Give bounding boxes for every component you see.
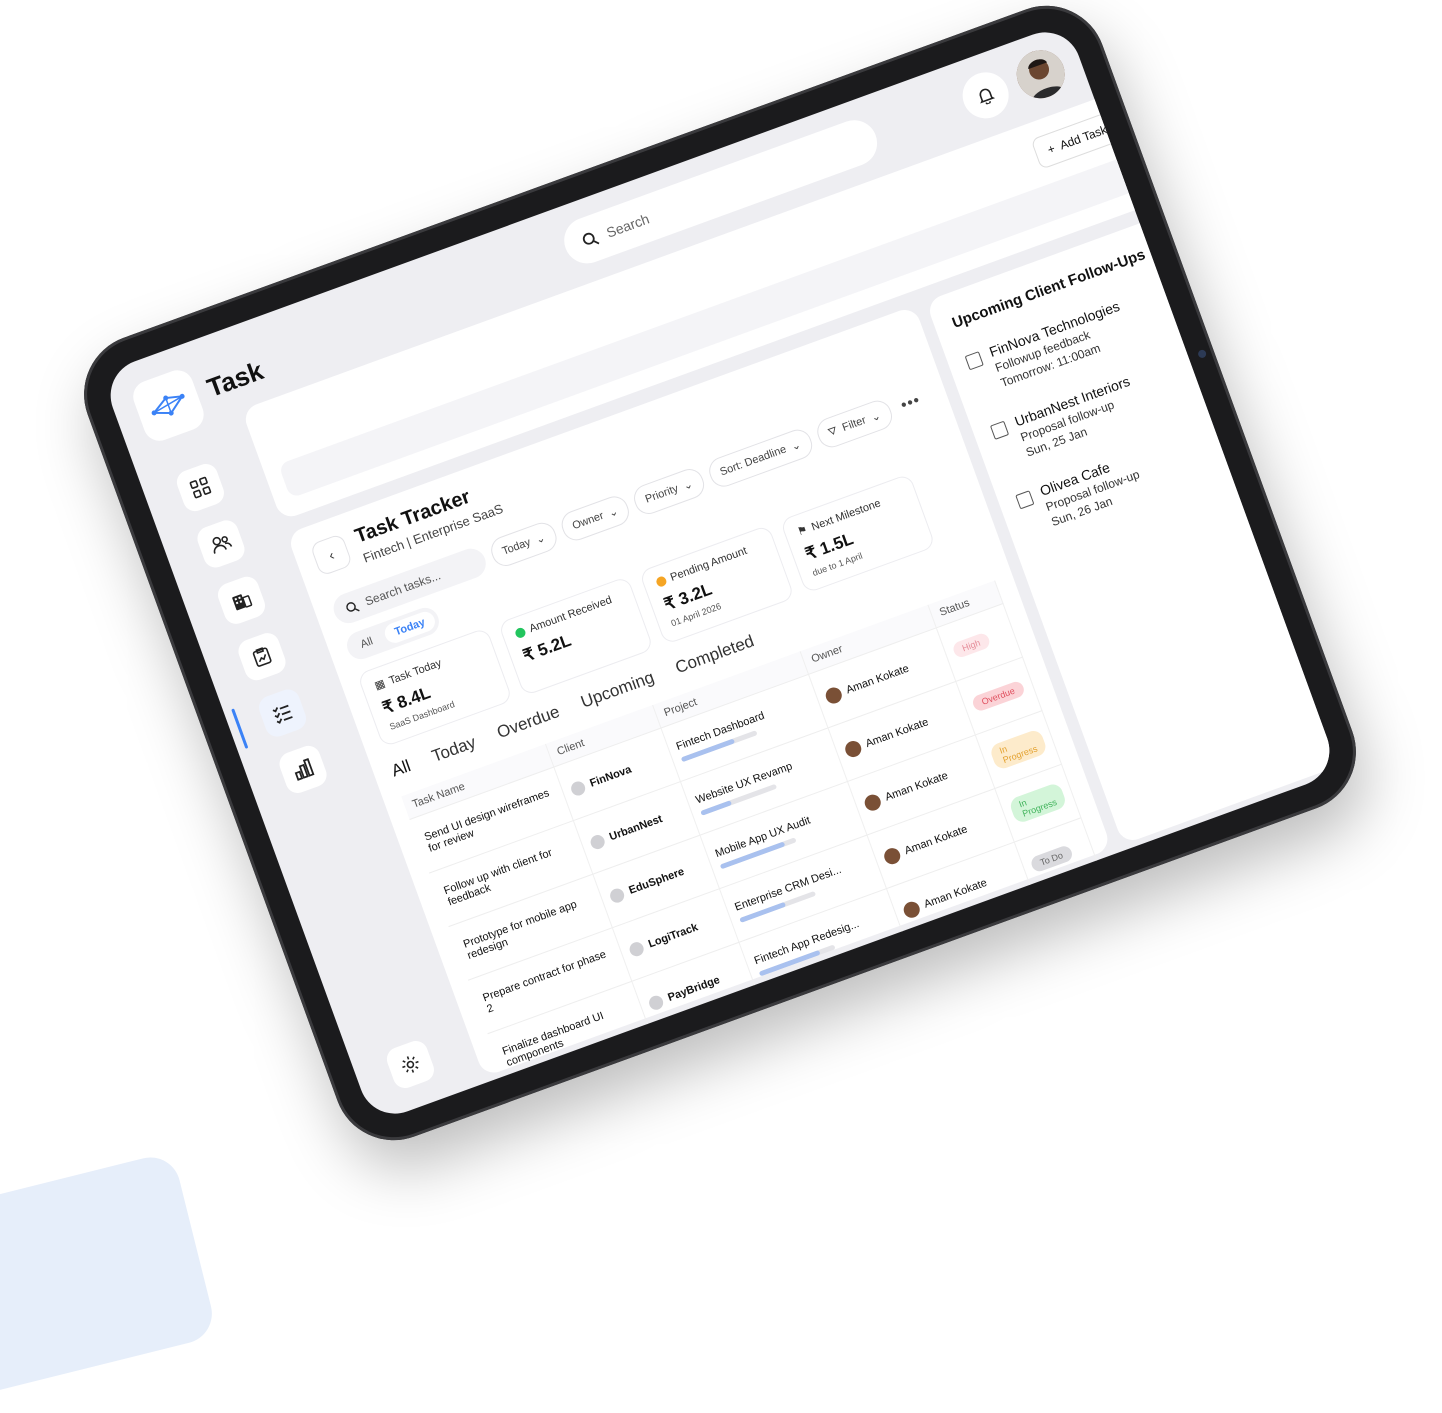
chevron-down-icon: ⌄ (534, 531, 547, 547)
status-badge[interactable]: To Do (1029, 844, 1074, 874)
followup-checkbox[interactable] (964, 351, 984, 371)
client-name: PayBridge (666, 974, 722, 1004)
task-list-icon (272, 704, 293, 724)
followup-checkbox[interactable] (1015, 490, 1035, 510)
logo-icon (151, 393, 185, 416)
client-logo (569, 779, 588, 798)
search-icon (582, 232, 600, 245)
filter-icon: ⛛ (826, 424, 839, 439)
nav-active-indicator (231, 708, 249, 749)
owner-avatar (842, 738, 864, 760)
tab-all[interactable]: All (389, 756, 414, 781)
client-chip[interactable]: LogiTrack (627, 912, 724, 959)
owner-avatar (901, 899, 922, 921)
priority-dropdown-label: Priority (643, 482, 680, 506)
client-chip[interactable]: PayBridge (647, 965, 743, 1012)
more-options-button[interactable]: ••• (895, 392, 924, 417)
bar-chart-icon (294, 758, 315, 781)
status-badge[interactable]: Overdue (970, 679, 1026, 713)
owner-name: Aman Kokate (844, 662, 911, 697)
chevron-down-icon: ⌄ (869, 409, 883, 424)
filter-dropdown[interactable]: ⛛ Filter ⌄ (812, 396, 896, 452)
client-name: UrbanNest (607, 812, 665, 844)
client-logo (608, 886, 627, 905)
followup-checkbox[interactable] (989, 420, 1010, 440)
status-badge[interactable]: High (951, 631, 992, 660)
nav-users[interactable] (194, 517, 248, 571)
client-name: FinNova (588, 763, 634, 790)
tablet-device: Task Search + Add Task ‹ Task Tracker Fi… (67, 0, 1373, 1158)
add-task-label: Add Task (1057, 122, 1109, 153)
client-logo (647, 993, 666, 1012)
owner-avatar (862, 792, 883, 813)
sort-dropdown[interactable]: Sort: Deadline ⌄ (704, 425, 816, 491)
user-avatar[interactable] (1009, 43, 1072, 105)
chevron-left-icon: ‹ (326, 546, 337, 564)
background-shape (0, 1151, 219, 1413)
filter-dropdown-label: Filter (840, 414, 868, 434)
status-badge[interactable]: In Progress (988, 728, 1049, 772)
global-search-placeholder: Search (604, 210, 652, 241)
app-title: Task (203, 355, 268, 404)
plus-icon: + (1045, 141, 1058, 157)
owner-name: Aman Kokate (922, 876, 989, 911)
client-name: LogiTrack (646, 921, 700, 951)
owner-name: Aman Kokate (902, 823, 970, 858)
camera-dot (1197, 348, 1208, 360)
clipboard-chart-icon (252, 647, 272, 667)
client-logo (588, 833, 607, 852)
nav-settings[interactable] (383, 1037, 438, 1092)
date-dropdown-label: Today (500, 536, 533, 558)
app-screen: Task Search + Add Task ‹ Task Tracker Fi… (100, 22, 1340, 1124)
client-chip[interactable]: FinNova (569, 751, 665, 798)
nav-dashboard[interactable] (173, 460, 228, 515)
flag-icon: ⚑ (795, 523, 810, 539)
client-chip[interactable]: EduSphere (608, 858, 704, 905)
nav-reports[interactable] (235, 629, 289, 684)
segment-today[interactable]: Today (382, 609, 438, 646)
calendar-icon: ▦ (373, 677, 387, 693)
nav-analytics[interactable] (276, 742, 330, 797)
chevron-down-icon: ⌄ (789, 438, 803, 454)
app-logo[interactable] (128, 365, 209, 446)
owner-dropdown[interactable]: Owner ⌄ (557, 492, 634, 545)
tab-overdue[interactable]: Overdue (494, 702, 562, 743)
building-icon (232, 594, 253, 611)
stat-card: Pending Amount ₹ 3.2L 01 April 2026 (638, 524, 796, 646)
client-name: EduSphere (627, 865, 686, 897)
avatar-image (1009, 43, 1072, 105)
nav-tasks[interactable] (255, 686, 310, 740)
pending-dot-icon (654, 575, 668, 588)
followup-item[interactable]: Olivea Cafe Proposal follow-up Sun, 26 J… (1014, 450, 1147, 537)
search-icon (346, 601, 360, 612)
chevron-down-icon: ⌄ (681, 477, 695, 493)
owner-avatar (881, 846, 903, 867)
client-logo (627, 940, 646, 959)
check-circle-icon (514, 626, 527, 640)
users-icon (212, 536, 233, 554)
status-badge[interactable]: In Progress (1008, 781, 1068, 825)
owner-name: Aman Kokate (883, 769, 950, 804)
bell-icon (979, 88, 996, 105)
segment-all[interactable]: All (348, 628, 385, 658)
stat-card: ⚑ Next Milestone ₹ 1.5L due to 1 April (779, 473, 936, 594)
priority-dropdown[interactable]: Priority ⌄ (630, 465, 708, 518)
owner-name: Aman Kokate (863, 716, 931, 751)
back-button[interactable]: ‹ (309, 533, 354, 577)
dashboard-icon (189, 476, 212, 499)
client-chip[interactable]: UrbanNest (588, 805, 685, 852)
owner-avatar (823, 685, 844, 706)
owner-dropdown-label: Owner (570, 509, 606, 533)
chevron-down-icon: ⌄ (607, 505, 620, 520)
date-dropdown[interactable]: Today ⌄ (487, 518, 561, 570)
notifications-button[interactable] (956, 65, 1016, 125)
tab-today[interactable]: Today (429, 732, 478, 766)
task-search-placeholder: Search tasks... (363, 568, 443, 609)
gear-icon (402, 1056, 419, 1073)
sort-dropdown-label: Sort: Deadline (718, 443, 788, 479)
tab-upcoming[interactable]: Upcoming (578, 668, 657, 713)
nav-companies[interactable] (214, 573, 269, 628)
